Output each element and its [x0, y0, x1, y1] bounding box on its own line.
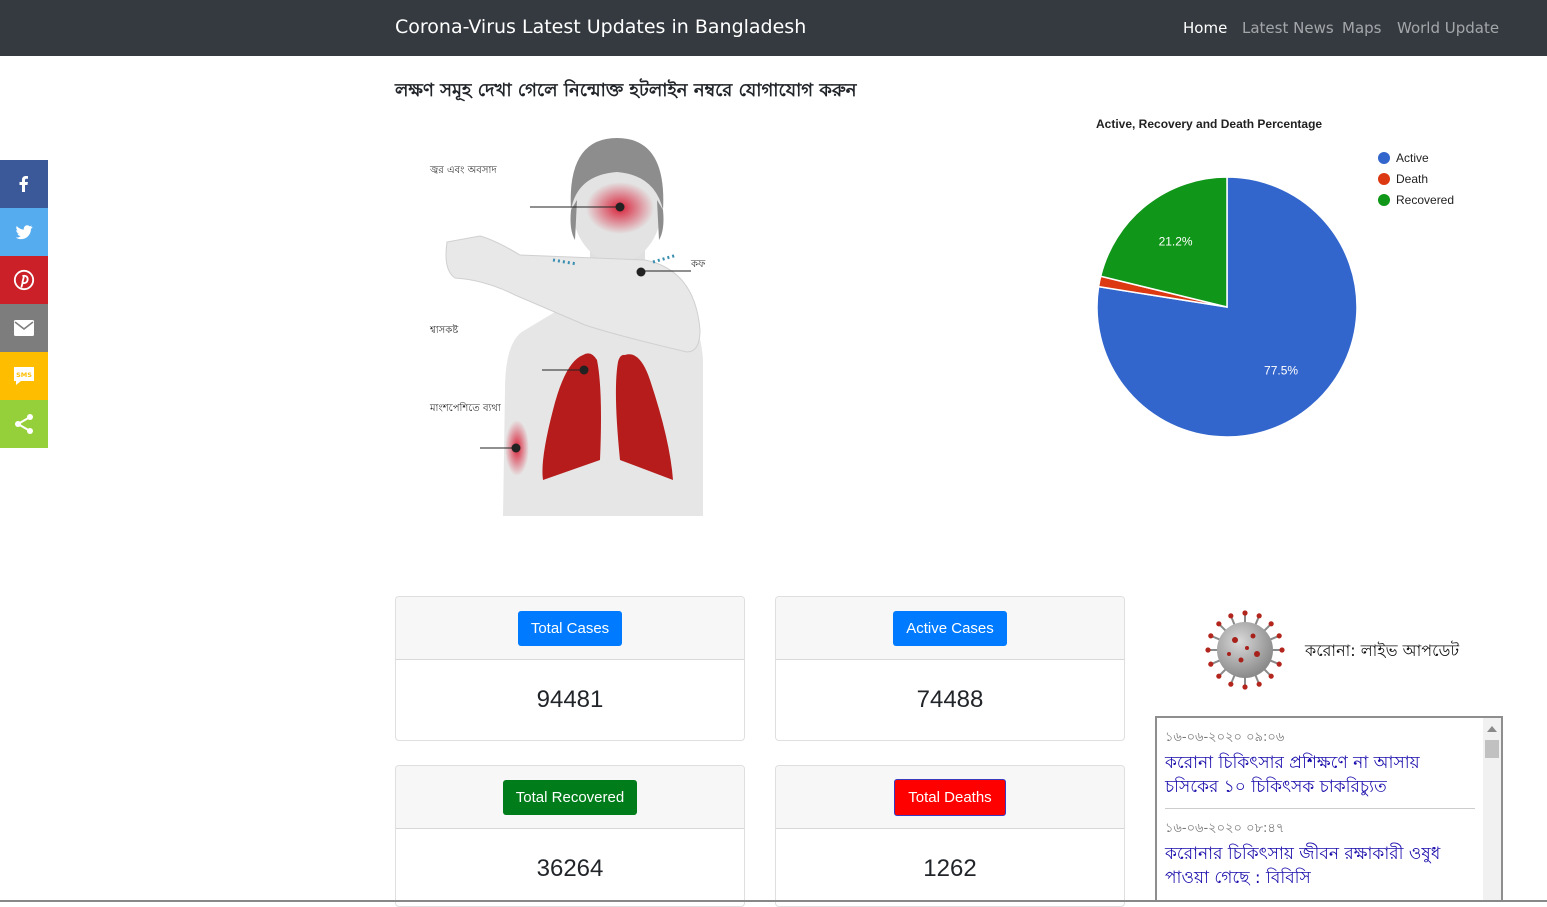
facebook-share-button[interactable] [0, 160, 48, 208]
total-deaths-value: 1262 [923, 855, 977, 882]
symptom-illustration: জ্বর এবং অবসাদ কফ শ্বাসকষ্ট মাংশপেশিতে ব… [425, 130, 725, 520]
active-cases-card: Active Cases 74488 [775, 596, 1125, 741]
total-cases-button[interactable]: Total Cases [517, 610, 623, 646]
pie-label-recovered: 21.2% [1159, 235, 1193, 249]
scroll-up-arrow-icon[interactable] [1487, 726, 1497, 732]
legend-label-recovered: Recovered [1396, 193, 1455, 207]
total-recovered-button[interactable]: Total Recovered [502, 779, 638, 815]
symptom-heading: লক্ষণ সমূহ দেখা গেলে নিন্মোক্ত হটলাইন নম… [395, 80, 857, 101]
facebook-icon [19, 176, 28, 192]
news-ticker[interactable]: ১৬-০৬-২০২০ ০৯:০৬ করোনা চিকিৎসার প্রশিক্ষ… [1155, 716, 1503, 902]
nav-home-link[interactable]: Home [1183, 19, 1227, 37]
legend-label-death: Death [1396, 172, 1429, 186]
twitter-icon [15, 225, 33, 240]
news-headline-link[interactable]: করোনা চিকিৎসার প্রশিক্ষণে না আসায় চসিকে… [1165, 751, 1475, 799]
live-update-title: করোনা: লাইভ আপডেট [1305, 641, 1460, 660]
legend-label-active: Active [1396, 151, 1429, 165]
social-share-bar: SMS [0, 160, 48, 448]
pinterest-share-button[interactable] [0, 256, 48, 304]
pie-chart-svg: 77.5% 21.2% [1096, 176, 1358, 438]
news-item: ১৬-০৬-২০২০ ০৯:০৬ করোনা চিকিৎসার প্রশিক্ষ… [1165, 728, 1475, 799]
coronavirus-icon [1205, 610, 1285, 690]
card-header: Active Cases [776, 597, 1124, 660]
card-header: Total Recovered [396, 766, 744, 829]
news-headline-link[interactable]: করোনার চিকিৎসায় জীবন রক্ষাকারী ওষুধ পাও… [1165, 842, 1475, 890]
total-recovered-value: 36264 [536, 855, 604, 882]
news-timestamp: ১৬-০৬-২০২০ ০৮:৪৭ [1165, 821, 1285, 836]
total-deaths-card: Total Deaths 1262 [775, 765, 1125, 907]
legend-swatch-death [1378, 173, 1390, 185]
news-item: ১৬-০৬-২০২০ ০৮:৪৭ করোনার চিকিৎসায় জীবন র… [1165, 819, 1475, 890]
active-cases-button[interactable]: Active Cases [893, 610, 1007, 646]
nav-latest-news-link[interactable]: Latest News [1242, 19, 1334, 37]
nav-world-update-link[interactable]: World Update [1397, 19, 1499, 37]
total-deaths-button[interactable]: Total Deaths [894, 778, 1006, 816]
legend-swatch-recovered [1378, 194, 1390, 206]
symptom-label-breath: শ্বাসকষ্ট [430, 325, 459, 336]
percentage-pie-chart: Active, Recovery and Death Percentage 77… [1080, 110, 1520, 450]
sms-icon: SMS [14, 367, 34, 385]
news-divider [1165, 808, 1475, 809]
symptom-label-cough: কফ [691, 259, 706, 270]
sms-share-button[interactable]: SMS [0, 352, 48, 400]
symptom-figure-image [445, 138, 703, 516]
email-icon [14, 320, 34, 336]
symptom-label-muscle: মাংশপেশিতে ব্যথা [430, 403, 501, 414]
total-cases-value: 94481 [536, 686, 604, 713]
card-header: Total Deaths [776, 766, 1124, 829]
legend-swatch-active [1378, 152, 1390, 164]
legend-item-recovered[interactable]: Recovered [1378, 193, 1454, 207]
generic-share-button[interactable] [0, 400, 48, 448]
total-recovered-card: Total Recovered 36264 [395, 765, 745, 907]
total-cases-card: Total Cases 94481 [395, 596, 745, 741]
news-scrollbar[interactable] [1483, 718, 1501, 902]
email-share-button[interactable] [0, 304, 48, 352]
news-timestamp: ১৬-০৬-২০২০ ০৯:০৬ [1165, 730, 1285, 745]
nav-maps-link[interactable]: Maps [1342, 19, 1381, 37]
share-icon [15, 414, 33, 434]
twitter-share-button[interactable] [0, 208, 48, 256]
top-navbar: Corona-Virus Latest Updates in Banglades… [0, 0, 1547, 56]
live-update-header: করোনা: লাইভ আপডেট [1205, 608, 1505, 692]
site-brand[interactable]: Corona-Virus Latest Updates in Banglades… [395, 16, 806, 38]
legend-item-death[interactable]: Death [1378, 172, 1428, 186]
svg-text:SMS: SMS [16, 371, 32, 379]
pinterest-icon [13, 269, 35, 291]
active-cases-value: 74488 [916, 686, 984, 713]
scroll-thumb[interactable] [1485, 740, 1499, 758]
pie-label-active: 77.5% [1264, 363, 1298, 377]
symptom-label-fever: জ্বর এবং অবসাদ [430, 165, 497, 176]
legend-item-active[interactable]: Active [1378, 151, 1429, 165]
card-header: Total Cases [396, 597, 744, 660]
